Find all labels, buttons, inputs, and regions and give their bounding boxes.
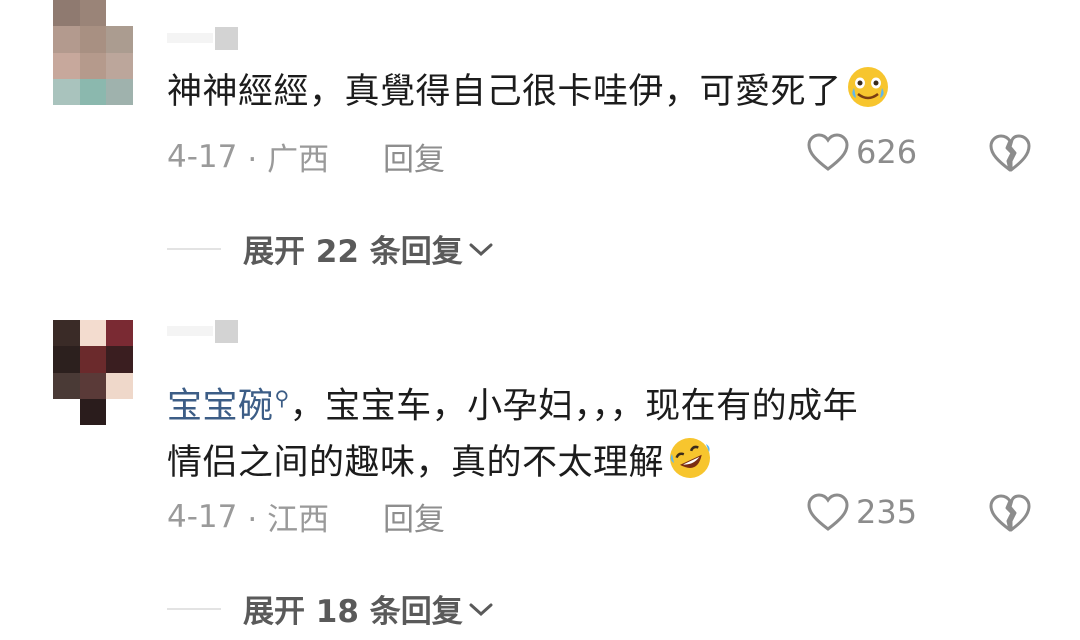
avatar[interactable] [53,0,133,105]
broken-heart-icon [989,134,1031,172]
rolling-laugh-emoji-icon [670,437,711,478]
divider-line [167,247,221,250]
chevron-down-icon [469,243,493,256]
comment-body-line2: 情侣之间的趣味，真的不太理解 [167,442,665,483]
expand-replies-button[interactable]: 展开 22 条回复 [167,226,495,271]
comment-body-line1: ，宝宝车，小孕妇，，，现在有的成年 [289,386,859,427]
comment-section: 神神經經，真覺得自己很卡哇伊，可愛死了 4-17 · 广西 回复 626 展开 … [0,0,1080,640]
dislike-button[interactable] [988,133,1032,177]
expand-replies-label: 展开 18 条回复 [243,594,463,630]
comment-location: · 江西 [247,502,330,538]
comment-meta: 4-17 · 江西 回复 [167,494,445,539]
username-censored[interactable] [167,26,238,50]
comment-location: · 广西 [247,142,330,178]
heart-icon [807,493,849,531]
like-count: 626 [856,133,918,171]
dislike-button[interactable] [988,493,1032,537]
like-count: 235 [856,493,918,531]
like-button[interactable]: 626 [806,132,917,172]
expand-replies-button[interactable]: 展开 18 条回复 [167,586,495,631]
comment-text: 神神經經，真覺得自己很卡哇伊，可愛死了 [167,64,1047,120]
like-button[interactable]: 235 [806,492,917,532]
broken-heart-icon [989,494,1031,532]
divider-line [167,607,221,610]
search-icon[interactable]: ⚲ [275,386,290,410]
heart-icon [807,133,849,171]
comment-text: 宝宝碗⚲，宝宝车，小孕妇，，，现在有的成年情侣之间的趣味，真的不太理解 [167,370,1047,491]
cry-laugh-emoji-icon [847,67,888,107]
chevron-down-icon [469,603,493,616]
comment-date: 4-17 [167,498,238,535]
comment-body: 神神經經，真覺得自己很卡哇伊，可愛死了 [167,72,842,112]
reply-button[interactable]: 回复 [383,494,445,539]
comment-meta: 4-17 · 广西 回复 [167,134,445,179]
avatar[interactable] [53,320,133,425]
expand-replies-label: 展开 22 条回复 [243,234,463,270]
username-censored[interactable] [167,319,238,343]
comment-date: 4-17 [167,138,238,175]
reply-button[interactable]: 回复 [383,134,445,179]
topic-tag-link[interactable]: 宝宝碗 [167,387,274,427]
